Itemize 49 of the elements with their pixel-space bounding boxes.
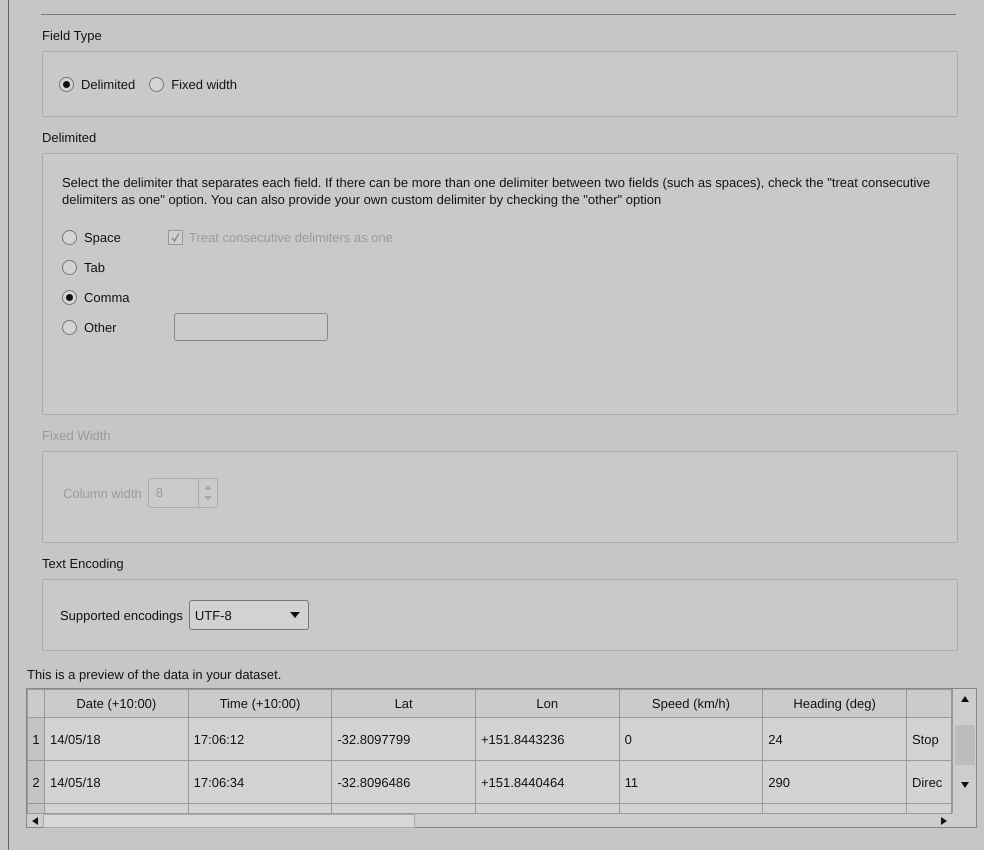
section-title: Text Encoding	[42, 556, 124, 571]
vertical-scrollbar[interactable]	[952, 689, 976, 813]
column-header[interactable]: Time (+10:00)	[188, 690, 332, 718]
radio-button[interactable]	[149, 76, 164, 92]
scroll-down-icon[interactable]	[960, 781, 970, 789]
table-cell: +151.8440464	[475, 760, 620, 804]
horizontal-scrollbar[interactable]	[27, 813, 952, 827]
preview-caption: This is a preview of the data in your dataset.	[27, 667, 282, 682]
radio-button[interactable]	[62, 230, 77, 244]
radio-label[interactable]: Other	[84, 320, 168, 334]
radio-label[interactable]: Space	[84, 230, 168, 244]
table-cell: 17:06:12	[188, 718, 332, 760]
radio-label[interactable]: Fixed width	[171, 76, 237, 92]
column-header[interactable]: Lon	[475, 690, 620, 718]
input-field[interactable]	[174, 313, 328, 341]
table-cell: +151.8443236	[475, 718, 620, 760]
instruction-text: Select the delimiter that separates each field. If there can be more than one delimiter between two fields (such as spaces), check the "treat consecutive delimiters as one" option. You can also provide your own custom delimiter by checking the "other" option	[62, 174, 932, 208]
radio-button[interactable]	[59, 76, 74, 92]
radio-label[interactable]: Delimited	[81, 76, 136, 92]
radio-button[interactable]	[62, 260, 77, 274]
section-title: Field Type	[42, 28, 102, 43]
column-header[interactable]: Heading (deg)	[762, 690, 906, 718]
table-cell: -32.8096486	[332, 760, 476, 804]
scroll-right-icon[interactable]	[940, 816, 948, 826]
radio-button[interactable]	[62, 320, 77, 334]
encoding-dropdown[interactable]: UTF-8	[188, 600, 309, 630]
table-cell: -32.8097799	[332, 718, 476, 760]
table-cell: 24	[762, 718, 906, 760]
table-cell: 290	[762, 760, 906, 804]
radio-label[interactable]: Tab	[84, 260, 168, 274]
column-header[interactable]: Date (+10:00)	[44, 690, 188, 718]
column-header[interactable]: Lat	[332, 690, 476, 718]
field-label: Supported encodings	[60, 608, 183, 622]
row-number: 2	[28, 760, 44, 804]
scroll-up-icon[interactable]	[960, 695, 970, 703]
table-cell: 14/05/18	[44, 760, 188, 804]
table-cell: 0	[619, 718, 763, 760]
row-number: 1	[28, 718, 44, 760]
table-cell: Direc	[906, 760, 952, 804]
table-cell: 11	[619, 760, 763, 804]
table-cell: 14/05/18	[44, 718, 188, 760]
scroll-left-icon[interactable]	[31, 816, 39, 826]
column-header[interactable]: Speed (km/h)	[619, 690, 763, 718]
table-cell: Stop	[906, 718, 952, 760]
radio-button[interactable]	[62, 290, 77, 304]
table-cell: 17:06:34	[188, 760, 332, 804]
caret-icon	[290, 612, 300, 618]
radio-label[interactable]: Comma	[84, 290, 168, 304]
section-title: Delimited	[42, 130, 96, 145]
